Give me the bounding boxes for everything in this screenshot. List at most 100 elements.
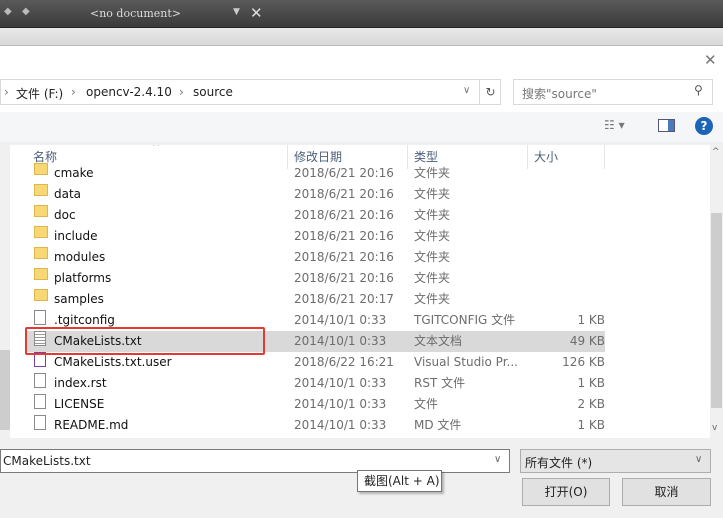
left-scroll-thumb[interactable] [0,350,10,430]
refresh-icon[interactable]: ↻ [479,80,501,104]
file-name: doc [54,208,76,222]
breadcrumb-current[interactable]: source [193,85,233,99]
file-name: modules [54,250,106,264]
file-type: TGITCONFIG 文件 [414,313,516,327]
folder-icon [34,205,48,217]
address-bar[interactable]: › 文件 (F:) › opencv-2.4.10 › source ∨ ↻ [0,79,501,105]
folder-icon [34,163,48,175]
file-name: platforms [54,271,112,285]
chevron-icon: › [179,85,184,99]
file-date: 2018/6/21 20:16 [294,271,394,285]
folder-icon [34,247,48,259]
file-date: 2014/10/1 0:33 [294,313,387,327]
folder-icon [34,226,48,238]
file-type: 文件夹 [414,292,451,306]
file-row[interactable]: README.md 2014/10/1 0:33 MD 文件 1 KB [25,415,605,436]
file-type-select[interactable]: 所有文件 (*) ∨ [520,449,711,473]
search-input[interactable]: 搜索"source" [522,85,597,102]
scroll-down-icon[interactable]: v [712,423,717,433]
file-row[interactable]: CMakeLists.txt.user 2018/6/22 16:21 Visual… [25,352,605,373]
cancel-button[interactable]: 取消 [622,478,711,506]
file-date: 2018/6/21 20:16 [294,166,394,180]
breadcrumb-folder[interactable]: opencv-2.4.10 [86,85,172,99]
file-type: 文件夹 [414,187,451,201]
annotation-highlight-box [25,327,265,355]
file-date: 2018/6/21 20:16 [294,208,394,222]
file-row[interactable]: include 2018/6/21 20:16 文件夹 [25,226,605,247]
file-type: 文件 [414,397,439,411]
help-icon[interactable]: ? [695,117,713,135]
history-dropdown-icon[interactable]: ∨ [463,85,470,96]
chevron-icon: › [4,85,9,99]
scroll-thumb[interactable] [711,213,722,408]
back-icon[interactable]: ◆ [4,6,12,17]
folder-icon [34,268,48,280]
chevron-down-icon[interactable]: ∨ [494,454,501,465]
file-type: 文件夹 [414,250,451,264]
file-type: MD 文件 [414,418,462,432]
close-document-icon[interactable]: ✕ [250,4,263,22]
filename-input[interactable]: CMakeLists.txt [3,454,91,468]
folder-icon [34,184,48,196]
file-name: CMakeLists.txt.user [54,355,172,369]
file-type: 文件夹 [414,166,451,180]
file-name: index.rst [54,376,107,390]
file-row[interactable]: LICENSE 2014/10/1 0:33 文件 2 KB [25,394,605,415]
file-type: 文件夹 [414,208,451,222]
file-size: 1 KB [577,418,605,432]
search-box[interactable]: 搜索"source" ⚲ [513,79,713,105]
file-row[interactable]: platforms 2018/6/21 20:16 文件夹 [25,268,605,289]
file-date: 2018/6/21 20:17 [294,292,394,306]
command-bar: ☷ ▾ ? [0,112,723,142]
right-scrollbar[interactable]: ^ v [710,145,723,438]
tooltip: 截图(Alt + A) [357,470,442,492]
view-options-icon[interactable]: ☷ ▾ [604,118,625,132]
file-date: 2018/6/21 20:16 [294,250,394,264]
file-size: 1 KB [577,376,605,390]
file-type: Visual Studio Pr... [414,355,518,369]
file-name: samples [54,292,104,306]
file-date: 2018/6/21 20:16 [294,229,394,243]
file-row[interactable]: samples 2018/6/21 20:17 文件夹 [25,289,605,310]
title-band [0,28,723,46]
file-name: cmake [54,166,94,180]
file-date: 2018/6/21 20:16 [294,187,394,201]
file-size: 2 KB [577,397,605,411]
document-name[interactable]: <no document> [90,7,181,20]
file-icon [34,415,46,430]
file-row[interactable]: data 2018/6/21 20:16 文件夹 [25,184,605,205]
file-type-value: 所有文件 (*) [525,456,593,470]
forward-icon[interactable]: ◆ [22,6,30,17]
file-type: RST 文件 [414,376,466,390]
left-scrollbar[interactable] [0,145,10,438]
file-date: 2018/6/22 16:21 [294,355,394,369]
file-row[interactable]: modules 2018/6/21 20:16 文件夹 [25,247,605,268]
folder-icon [34,289,48,301]
open-button[interactable]: 打开(O) [522,478,610,506]
file-name: LICENSE [54,397,105,411]
file-date: 2014/10/1 0:33 [294,376,387,390]
file-size: 1 KB [577,313,605,327]
editor-toolbar: ◆ ◆ <no document> ▼ ✕ [0,0,723,28]
breadcrumb-drive[interactable]: 文件 (F:) [16,85,63,102]
file-icon [34,310,46,325]
chevron-icon: › [71,85,76,99]
preview-pane-icon[interactable] [658,119,675,132]
dropdown-icon[interactable]: ▼ [233,7,240,17]
file-row[interactable]: cmake 2018/6/21 20:16 文件夹 [25,163,605,184]
chevron-down-icon: ∨ [695,454,703,465]
search-icon[interactable]: ⚲ [694,83,703,97]
file-size: 49 KB [569,334,605,348]
file-size: 126 KB [562,355,605,369]
file-name: data [54,187,82,201]
file-icon [34,394,46,409]
file-name: include [54,229,98,243]
file-name: README.md [54,418,129,432]
scroll-up-icon[interactable]: ^ [712,147,720,157]
file-row[interactable]: doc 2018/6/21 20:16 文件夹 [25,205,605,226]
file-list: ^ 名称 修改日期 类型 大小 cmake 2018/6/21 20:16 文件夹 d… [10,145,710,438]
close-icon[interactable]: ✕ [704,51,717,69]
file-row[interactable]: index.rst 2014/10/1 0:33 RST 文件 1 KB [25,373,605,394]
file-type: 文件夹 [414,229,451,243]
file-type: 文本文档 [414,334,463,348]
